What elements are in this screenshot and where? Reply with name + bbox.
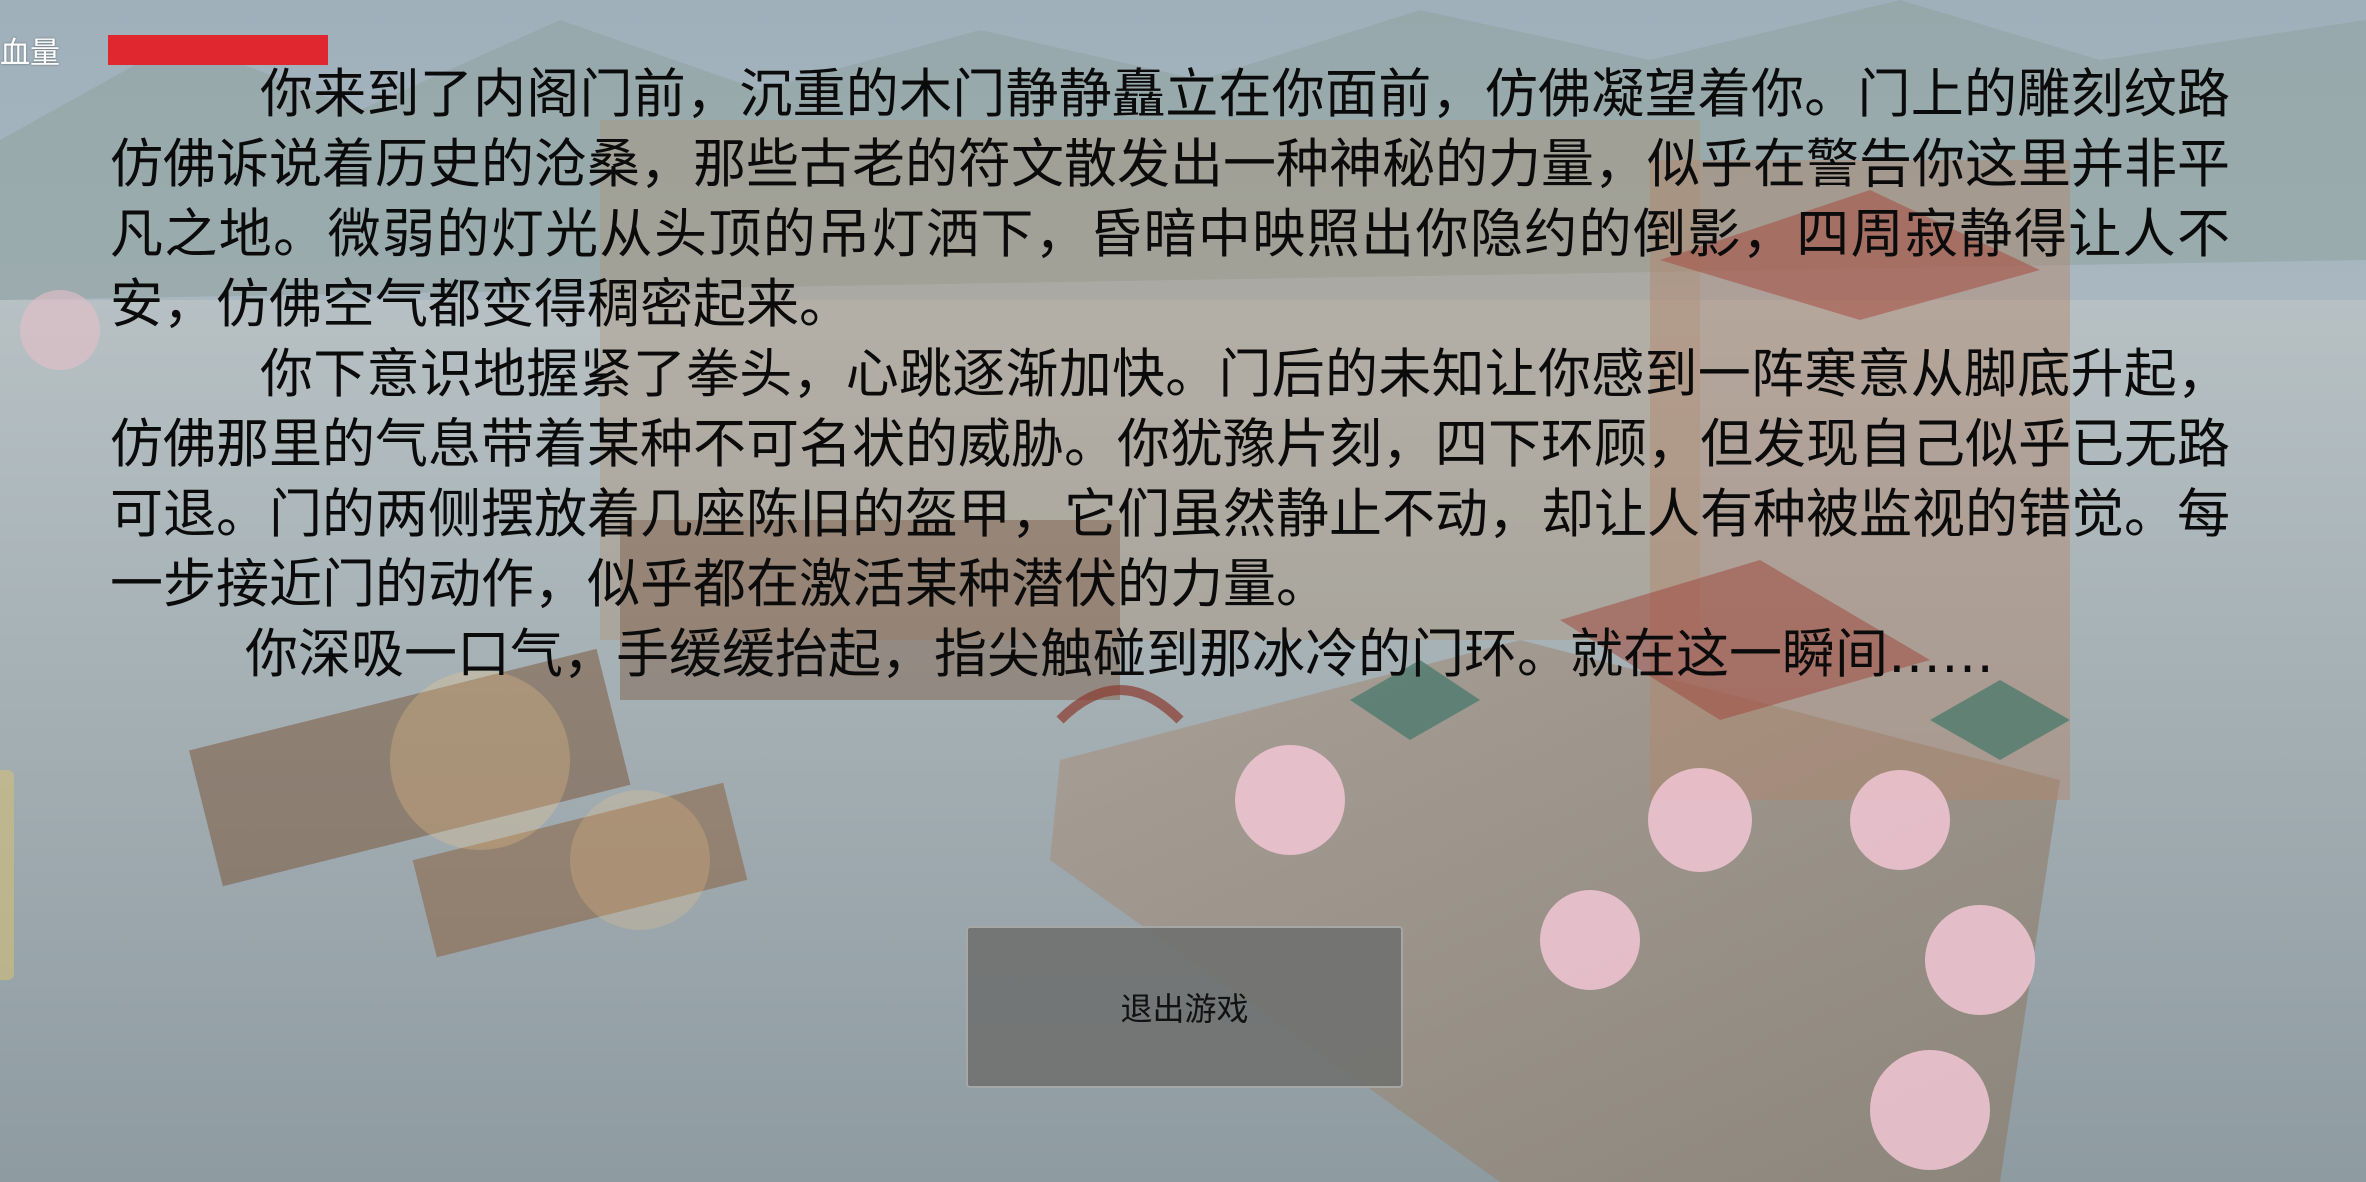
exit-game-label: 退出游戏 [1120,990,1249,1028]
story-paragraph-3: 你深吸一口气，手缓缓抬起，指尖触碰到那冰冷的门环。就在这一瞬间…… [245,624,1994,685]
story-paragraph-2: 你下意识地握紧了拳头，心跳逐渐加快。门后的未知让你感到一阵寒意从脚底升起，仿佛那… [110,344,2230,615]
side-edge-tab [0,770,14,980]
hp-label: 血量 [0,36,60,71]
story-paragraph-1: 你来到了内阁门前，沉重的木门静静矗立在你面前，仿佛凝望着你。门上的雕刻纹路仿佛诉… [110,64,2230,335]
story-text: 你来到了内阁门前，沉重的木门静静矗立在你面前，仿佛凝望着你。门上的雕刻纹路仿佛诉… [110,60,2230,690]
exit-game-button[interactable]: 退出游戏 [966,926,1403,1088]
